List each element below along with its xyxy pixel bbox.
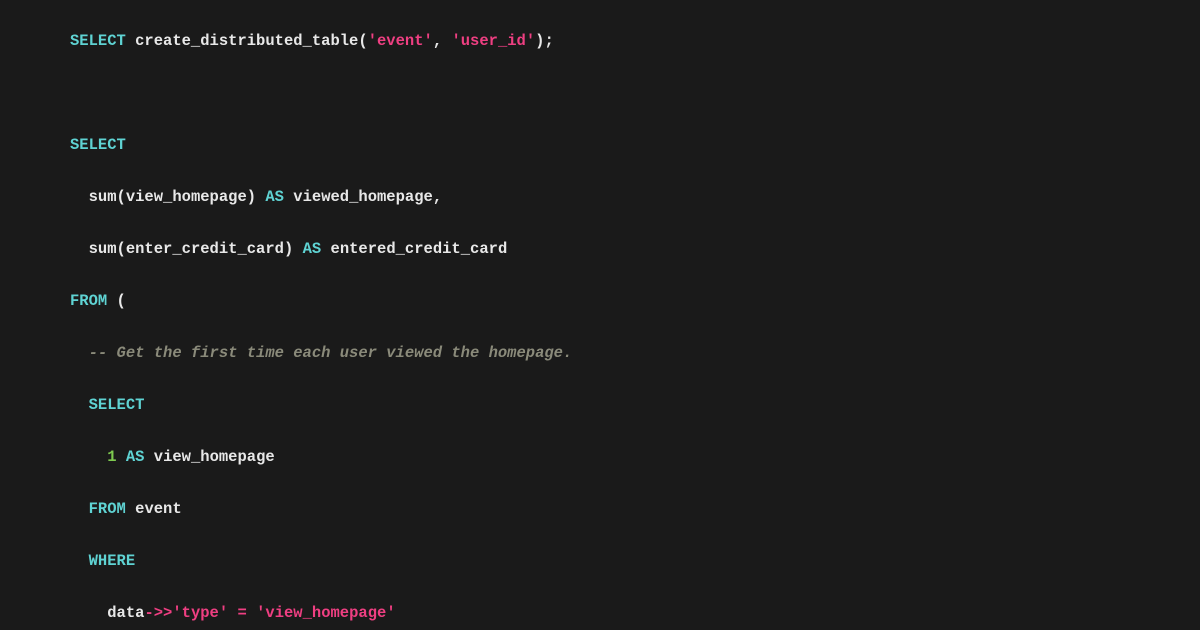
code-line: FROM event bbox=[70, 496, 1130, 522]
string-literal: 'user_id' bbox=[451, 32, 535, 50]
code-line: data->>'type' = 'view_homepage' bbox=[70, 600, 1130, 626]
sql-code-block: SELECT create_distributed_table('event',… bbox=[0, 0, 1200, 630]
code-line: -- Get the first time each user viewed t… bbox=[70, 340, 1130, 366]
code-line: SELECT bbox=[70, 392, 1130, 418]
operator: ->> bbox=[144, 604, 172, 622]
keyword: SELECT bbox=[70, 32, 126, 50]
code-line: sum(view_homepage) AS viewed_homepage, bbox=[70, 184, 1130, 210]
code-line: 1 AS view_homepage bbox=[70, 444, 1130, 470]
code-line: WHERE bbox=[70, 548, 1130, 574]
code-line: SELECT create_distributed_table('event',… bbox=[70, 28, 1130, 54]
code-line: sum(enter_credit_card) AS entered_credit… bbox=[70, 236, 1130, 262]
code-line: FROM ( bbox=[70, 288, 1130, 314]
code-line bbox=[70, 80, 1130, 106]
function-name: create_distributed_table bbox=[135, 32, 358, 50]
string-literal: 'event' bbox=[368, 32, 433, 50]
number-literal: 1 bbox=[107, 448, 116, 466]
code-line: SELECT bbox=[70, 132, 1130, 158]
comment: -- Get the first time each user viewed t… bbox=[89, 344, 573, 362]
